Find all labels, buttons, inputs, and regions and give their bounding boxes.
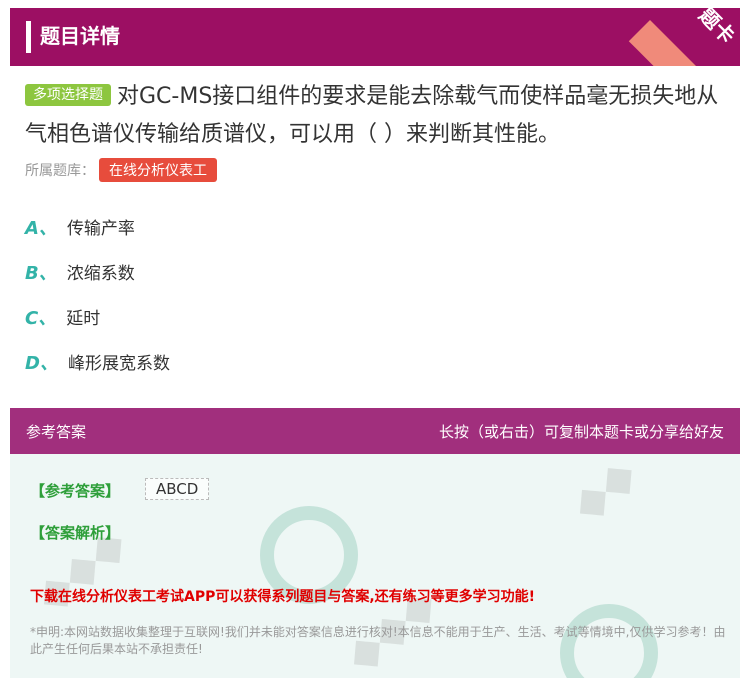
ribbon-label: 题卡 bbox=[694, 8, 740, 49]
answer-label: 【参考答案】 bbox=[30, 482, 121, 500]
option-a[interactable]: A、 传输产率 bbox=[25, 214, 135, 240]
question-card-ribbon[interactable]: 题卡 bbox=[600, 8, 740, 66]
copy-share-hint[interactable]: 长按（或右击）可复制本题卡或分享给好友 bbox=[439, 421, 724, 442]
option-letter: C、 bbox=[25, 308, 57, 329]
option-d[interactable]: D、 峰形展宽系数 bbox=[25, 349, 170, 375]
question-text: 对GC-MS接口组件的要求是能去除载气而使样品毫无损失地从气相色谱仪传输给质谱仪… bbox=[25, 84, 719, 147]
watermark: ◆◆ bbox=[561, 454, 647, 531]
bank-label: 所属题库： bbox=[25, 163, 95, 179]
question-bank-row: 所属题库： 在线分析仪表工 bbox=[25, 158, 217, 182]
option-letter: D、 bbox=[25, 353, 58, 374]
page-title: 题目详情 bbox=[40, 24, 120, 48]
analysis-label: 【答案解析】 bbox=[30, 524, 121, 542]
question-text-block: 多项选择题 对GC-MS接口组件的要求是能去除载气而使样品毫无损失地从气相色谱仪传… bbox=[25, 78, 725, 154]
answer-bar-title: 参考答案 bbox=[26, 423, 87, 441]
answer-area: ◆◆◆ ◆◆◆ ◆◆ 【参考答案】 ABCD 【答案解析】 下载在线分析仪表工考… bbox=[10, 454, 740, 678]
option-text: 延时 bbox=[66, 309, 101, 329]
question-type-badge: 多项选择题 bbox=[25, 84, 111, 106]
option-b[interactable]: B、 浓缩系数 bbox=[25, 259, 135, 285]
option-text: 峰形展宽系数 bbox=[67, 354, 170, 374]
app-promo-link[interactable]: 下载在线分析仪表工考试APP可以获得系列题目与答案,还有练习等更多学习功能! bbox=[30, 586, 535, 606]
title-bar-marker bbox=[26, 21, 31, 53]
option-text: 浓缩系数 bbox=[66, 264, 135, 284]
disclaimer: *申明:本网站数据收集整理于互联网!我们并未能对答案信息进行核对!本信息不能用于… bbox=[30, 625, 726, 656]
answer-value: ABCD bbox=[145, 478, 210, 500]
header: 题目详情 题卡 bbox=[10, 8, 740, 66]
answer-bar: 参考答案 长按（或右击）可复制本题卡或分享给好友 bbox=[10, 408, 740, 454]
option-letter: A、 bbox=[25, 218, 57, 239]
bank-tag[interactable]: 在线分析仪表工 bbox=[99, 158, 217, 182]
option-text: 传输产率 bbox=[66, 219, 135, 239]
option-c[interactable]: C、 延时 bbox=[25, 304, 100, 330]
option-letter: B、 bbox=[25, 263, 57, 284]
